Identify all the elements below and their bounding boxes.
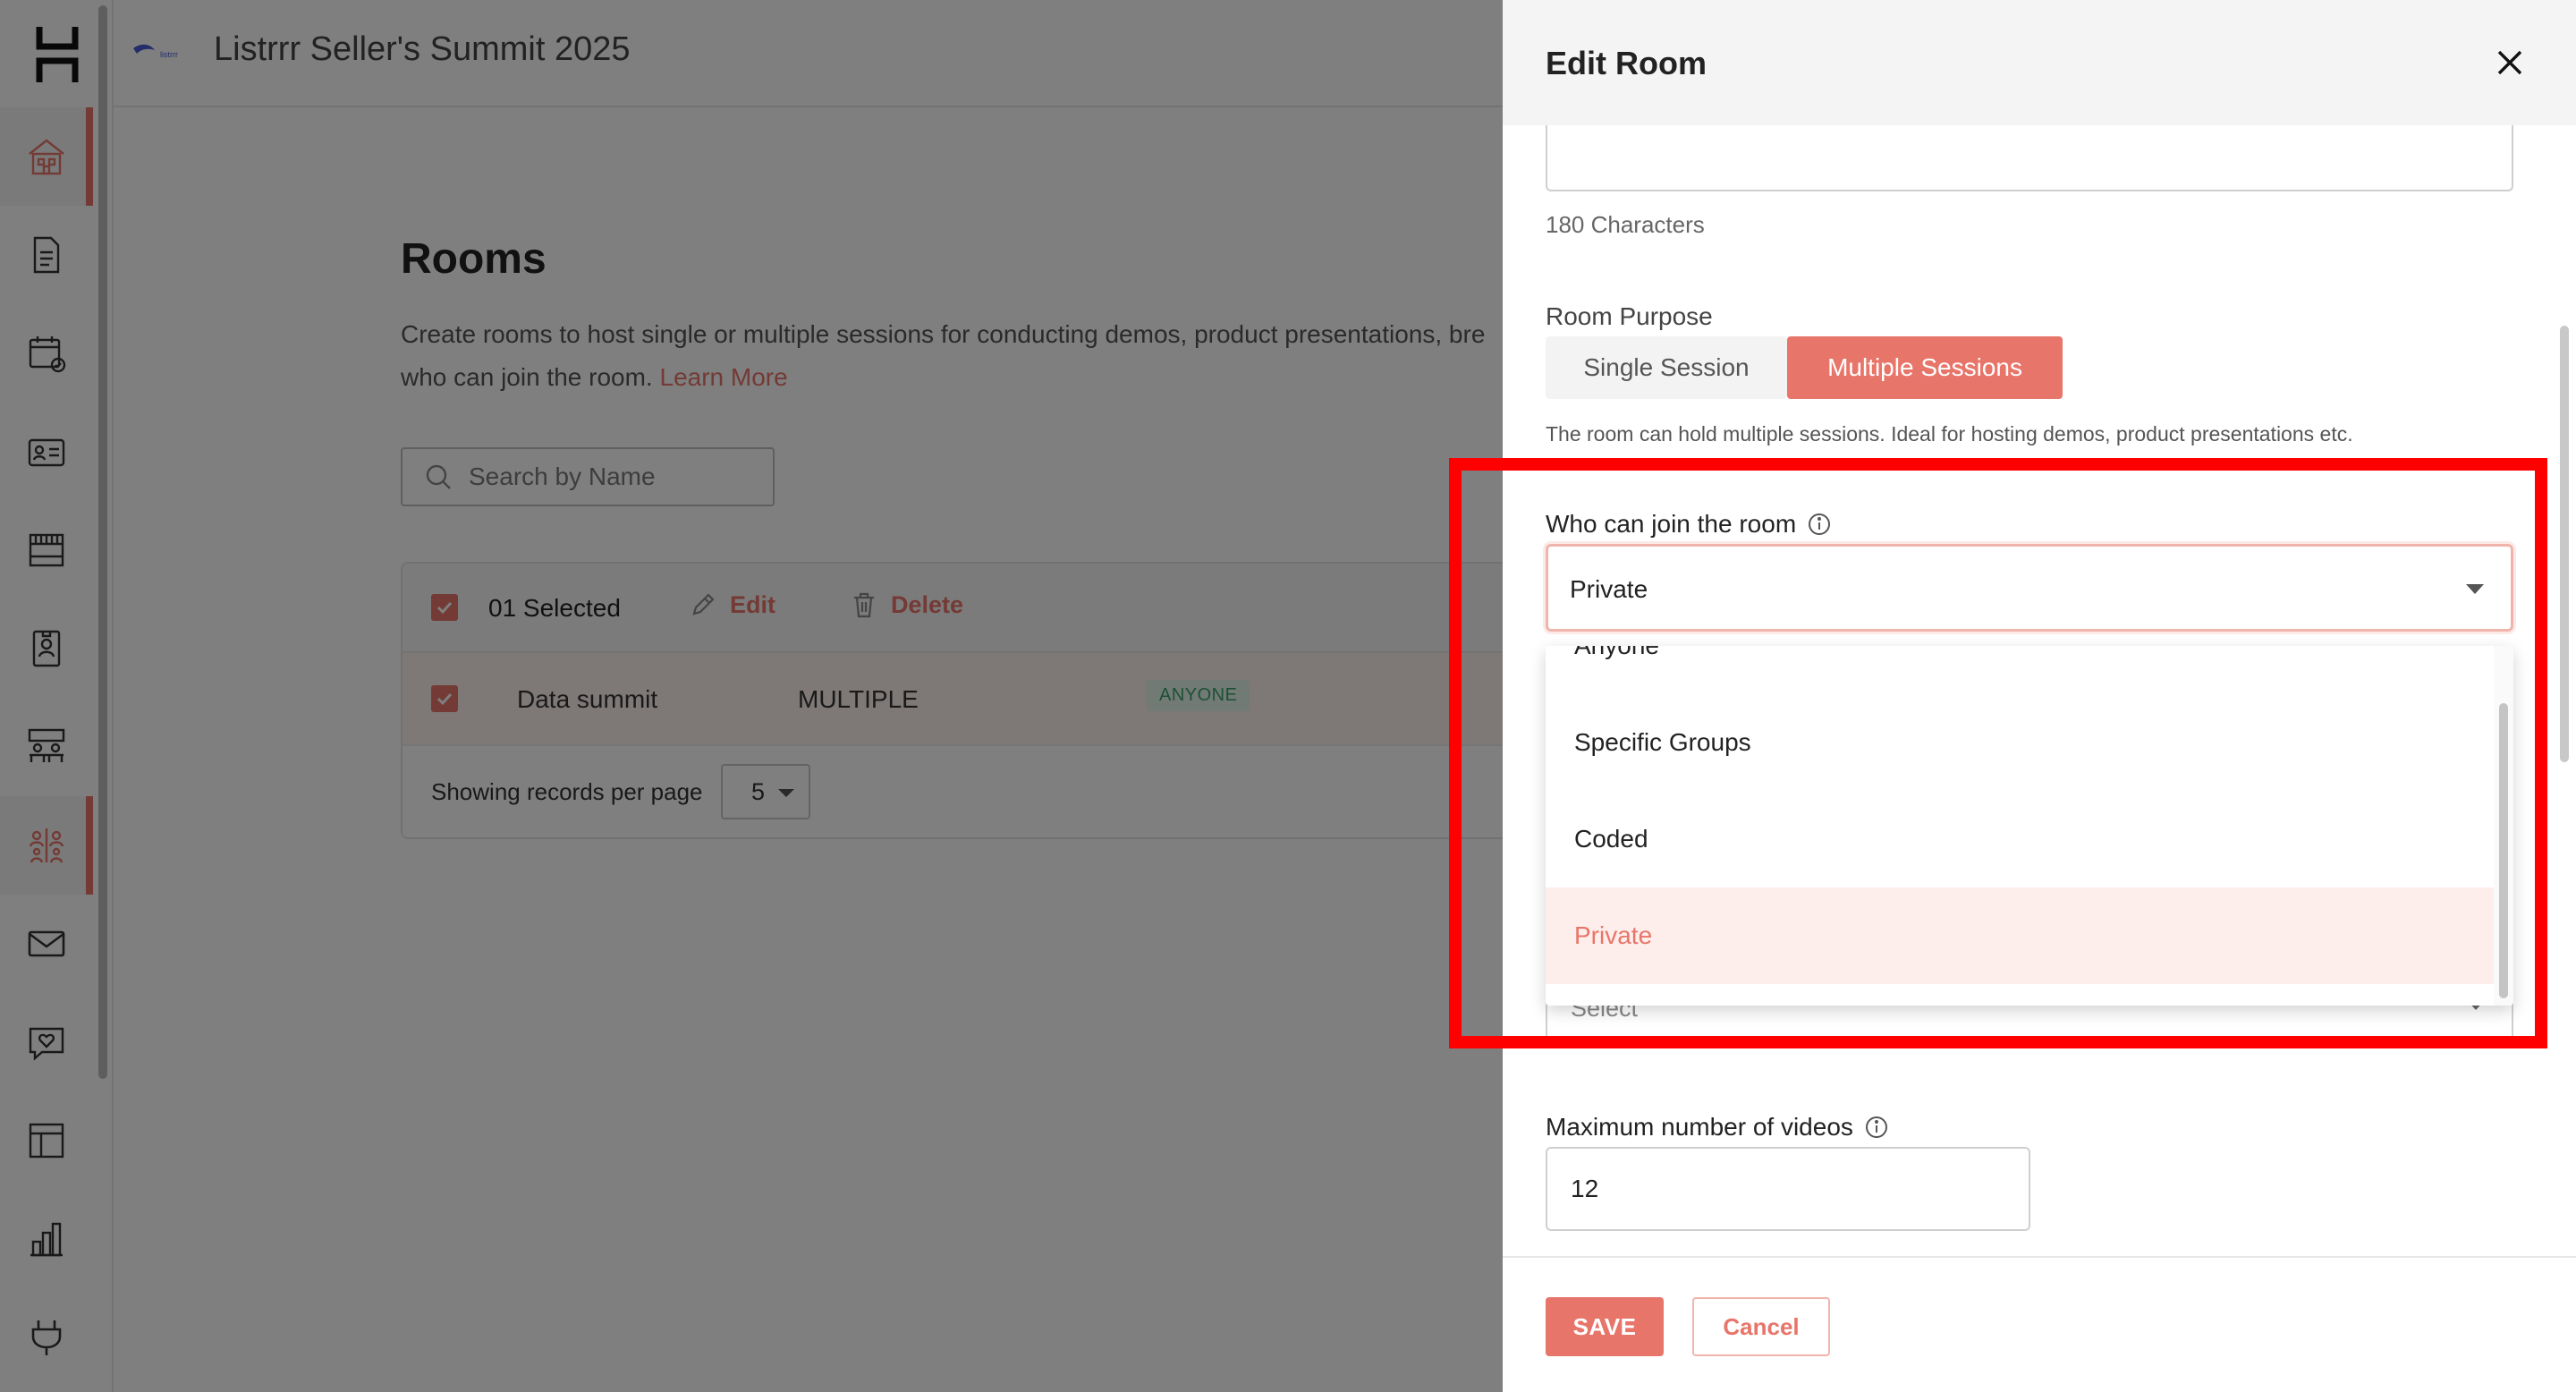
room-purpose-label: Room Purpose — [1546, 302, 1713, 330]
max-videos-text: Maximum number of videos — [1546, 1113, 1853, 1141]
option-anyone[interactable]: Anyone — [1546, 646, 2494, 694]
multiple-sessions-option[interactable]: Multiple Sessions — [1787, 336, 2063, 399]
drawer-title: Edit Room — [1546, 45, 1707, 81]
modal-backdrop[interactable] — [0, 0, 1503, 1392]
who-can-join-dropdown: Anyone Specific Groups Coded Private — [1546, 646, 2513, 1006]
option-specific-groups[interactable]: Specific Groups — [1546, 694, 2494, 791]
character-count: 180 Characters — [1546, 211, 1705, 238]
dropdown-scrollbar[interactable] — [2499, 703, 2508, 998]
close-icon — [2497, 50, 2522, 75]
max-videos-label: Maximum number of videos — [1546, 1113, 1889, 1142]
drawer-scrollbar[interactable] — [2560, 326, 2569, 762]
room-purpose-hint: The room can hold multiple sessions. Ide… — [1546, 422, 2353, 446]
drawer-footer: SAVE Cancel — [1503, 1256, 2576, 1392]
who-can-join-label: Who can join the room — [1546, 510, 1832, 539]
cancel-button[interactable]: Cancel — [1692, 1297, 1830, 1356]
close-button[interactable] — [2490, 43, 2529, 82]
drawer-header: Edit Room — [1503, 0, 2576, 125]
who-can-join-value: Private — [1570, 575, 1648, 603]
who-can-join-text: Who can join the room — [1546, 510, 1797, 538]
max-videos-input[interactable] — [1546, 1147, 2030, 1231]
save-button[interactable]: SAVE — [1546, 1297, 1664, 1356]
option-coded[interactable]: Coded — [1546, 791, 2494, 887]
option-private[interactable]: Private — [1546, 887, 2494, 984]
who-can-join-select[interactable]: Private — [1546, 544, 2513, 632]
caret-down-icon — [2466, 584, 2484, 594]
description-textarea[interactable] — [1546, 116, 2513, 191]
info-icon[interactable] — [1864, 1115, 1889, 1140]
edit-room-drawer: 180 Characters Room Purpose Single Sessi… — [1503, 0, 2576, 1392]
info-icon[interactable] — [1807, 512, 1832, 537]
single-session-option[interactable]: Single Session — [1546, 336, 1787, 399]
